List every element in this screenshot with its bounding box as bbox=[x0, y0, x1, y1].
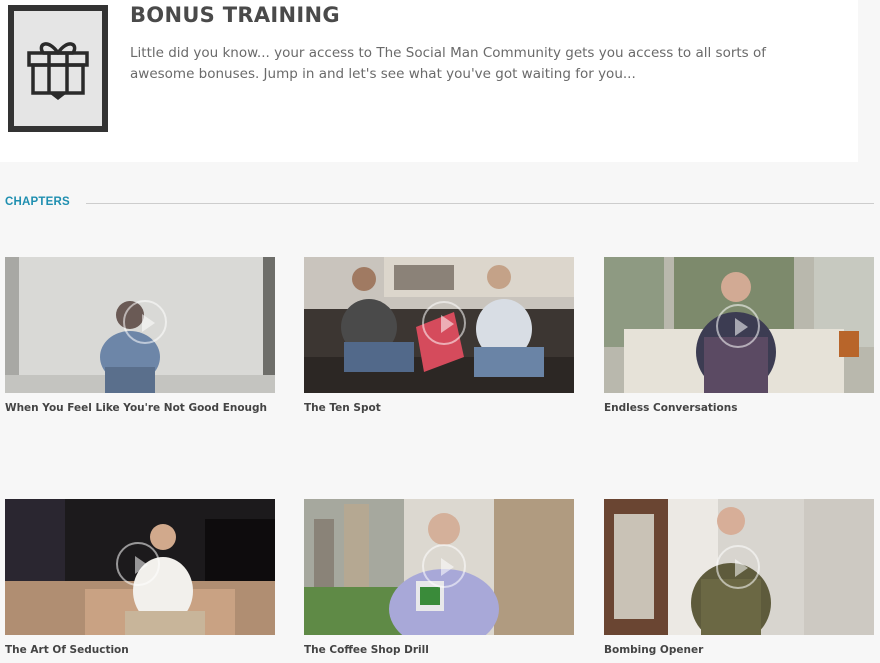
bonus-icon-tile bbox=[8, 5, 108, 132]
play-icon[interactable] bbox=[422, 301, 466, 345]
chapter-card[interactable]: The Ten Spot bbox=[304, 257, 574, 414]
play-icon[interactable] bbox=[716, 304, 760, 348]
chapter-card[interactable]: When You Feel Like You're Not Good Enoug… bbox=[5, 257, 275, 414]
chapter-title[interactable]: When You Feel Like You're Not Good Enoug… bbox=[5, 402, 275, 414]
chapters-divider bbox=[86, 203, 874, 204]
bonus-training-header: BONUS TRAINING Little did you know... yo… bbox=[0, 0, 858, 162]
chapter-title[interactable]: The Coffee Shop Drill bbox=[304, 644, 574, 656]
play-icon[interactable] bbox=[716, 545, 760, 589]
chapter-title[interactable]: Bombing Opener bbox=[604, 644, 874, 656]
chapter-title[interactable]: The Art Of Seduction bbox=[5, 644, 275, 656]
chapter-thumbnail[interactable] bbox=[5, 257, 275, 393]
chapter-title[interactable]: Endless Conversations bbox=[604, 402, 874, 414]
chapter-thumbnail[interactable] bbox=[304, 257, 574, 393]
chapter-thumbnail[interactable] bbox=[604, 499, 874, 635]
chapter-thumbnail[interactable] bbox=[604, 257, 874, 393]
play-icon[interactable] bbox=[422, 544, 466, 588]
chapters-heading: CHAPTERS bbox=[5, 196, 70, 208]
chapter-card[interactable]: The Art Of Seduction bbox=[5, 499, 275, 656]
play-icon[interactable] bbox=[116, 542, 160, 586]
chapter-card[interactable]: Endless Conversations bbox=[604, 257, 874, 414]
page-title: BONUS TRAINING bbox=[130, 3, 340, 27]
chapter-thumbnail[interactable] bbox=[5, 499, 275, 635]
chapter-card[interactable]: The Coffee Shop Drill bbox=[304, 499, 574, 656]
play-icon[interactable] bbox=[123, 300, 167, 344]
chapter-thumbnail[interactable] bbox=[304, 499, 574, 635]
chapter-card[interactable]: Bombing Opener bbox=[604, 499, 874, 656]
chapter-title[interactable]: The Ten Spot bbox=[304, 402, 574, 414]
page-description: Little did you know... your access to Th… bbox=[130, 45, 767, 82]
gift-icon bbox=[27, 42, 89, 100]
